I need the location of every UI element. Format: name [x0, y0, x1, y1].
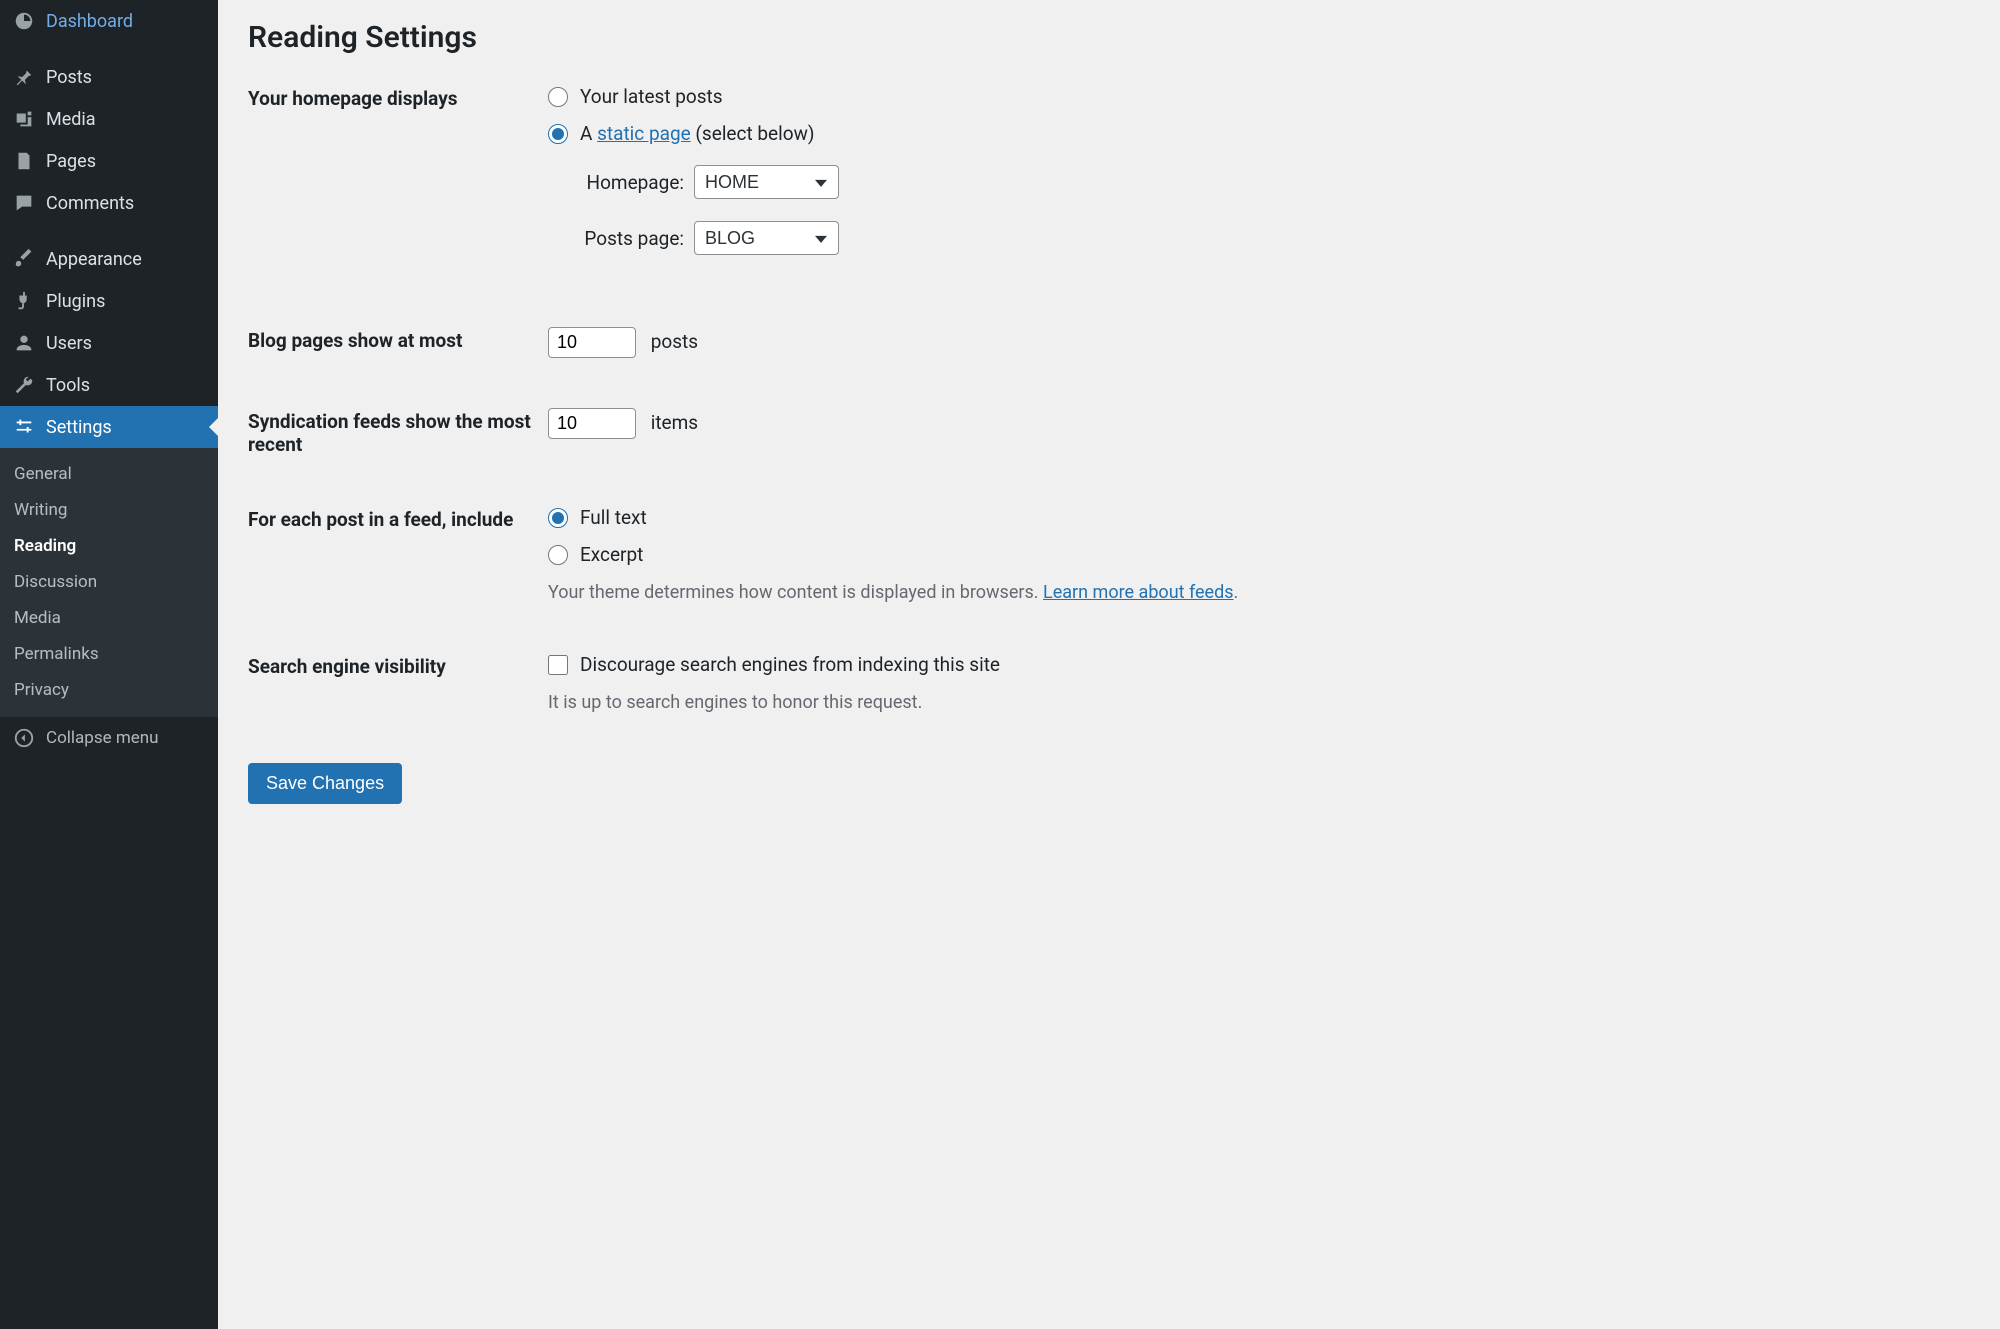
user-icon	[12, 332, 36, 354]
sidebar-item-label: Users	[46, 333, 92, 354]
submenu-item-privacy[interactable]: Privacy	[0, 672, 218, 708]
media-icon	[12, 108, 36, 130]
sidebar-item-settings[interactable]: Settings	[0, 406, 218, 448]
postspage-select-label: Posts page:	[572, 227, 694, 250]
sliders-icon	[12, 416, 36, 438]
submenu-item-reading[interactable]: Reading	[0, 528, 218, 564]
label-syndication: Syndication feeds show the most recent	[248, 408, 548, 456]
sidebar-item-label: Pages	[46, 151, 96, 172]
syndication-input[interactable]	[548, 408, 636, 439]
sidebar-item-posts[interactable]: Posts	[0, 56, 218, 98]
dashboard-icon	[12, 10, 36, 32]
sidebar-item-dashboard[interactable]: Dashboard	[0, 0, 218, 42]
sidebar-item-plugins[interactable]: Plugins	[0, 280, 218, 322]
collapse-icon	[12, 727, 36, 749]
submenu-item-media[interactable]: Media	[0, 600, 218, 636]
pin-icon	[12, 66, 36, 88]
comment-icon	[12, 192, 36, 214]
page-title: Reading Settings	[248, 20, 1970, 55]
radio-latest-posts-input[interactable]	[548, 87, 568, 107]
sidebar-item-media[interactable]: Media	[0, 98, 218, 140]
sidebar-item-tools[interactable]: Tools	[0, 364, 218, 406]
blog-pages-input[interactable]	[548, 327, 636, 358]
static-page-link[interactable]: static page	[597, 122, 691, 145]
sidebar-item-pages[interactable]: Pages	[0, 140, 218, 182]
syndication-unit: items	[651, 411, 698, 434]
sidebar-item-label: Appearance	[46, 249, 142, 270]
sidebar-item-label: Tools	[46, 375, 90, 396]
radio-full-text-label: Full text	[580, 506, 647, 529]
homepage-select-label: Homepage:	[572, 171, 694, 194]
radio-latest-posts-label: Your latest posts	[580, 85, 723, 108]
blog-pages-unit: posts	[651, 330, 698, 353]
sidebar-item-label: Settings	[46, 417, 112, 438]
feed-help-text: Your theme determines how content is dis…	[548, 582, 1970, 603]
learn-more-feeds-link[interactable]: Learn more about feeds	[1043, 582, 1234, 603]
radio-full-text-input[interactable]	[548, 508, 568, 528]
label-feed-include: For each post in a feed, include	[248, 506, 548, 531]
main-content: Reading Settings Your homepage displays …	[218, 0, 2000, 1329]
checkbox-discourage-input[interactable]	[548, 655, 568, 675]
label-blog-pages: Blog pages show at most	[248, 327, 548, 352]
brush-icon	[12, 248, 36, 270]
submenu-item-permalinks[interactable]: Permalinks	[0, 636, 218, 672]
radio-excerpt[interactable]: Excerpt	[548, 543, 1970, 566]
row-homepage-displays: Your homepage displays Your latest posts…	[248, 85, 1970, 277]
wrench-icon	[12, 374, 36, 396]
plug-icon	[12, 290, 36, 312]
radio-static-page[interactable]: A static page (select below)	[548, 122, 1970, 145]
settings-submenu: General Writing Reading Discussion Media…	[0, 448, 218, 716]
save-button[interactable]: Save Changes	[248, 763, 402, 804]
radio-static-page-label: A static page (select below)	[580, 122, 814, 145]
radio-full-text[interactable]: Full text	[548, 506, 1970, 529]
radio-excerpt-input[interactable]	[548, 545, 568, 565]
collapse-label: Collapse menu	[46, 728, 159, 748]
label-search-visibility: Search engine visibility	[248, 653, 548, 678]
radio-static-page-input[interactable]	[548, 124, 568, 144]
radio-latest-posts[interactable]: Your latest posts	[548, 85, 1970, 108]
search-visibility-help: It is up to search engines to honor this…	[548, 692, 1970, 713]
sidebar-item-label: Dashboard	[46, 11, 133, 32]
sidebar-item-label: Posts	[46, 67, 92, 88]
row-blog-pages: Blog pages show at most posts	[248, 327, 1970, 358]
sidebar-item-label: Media	[46, 109, 96, 130]
checkbox-discourage-label: Discourage search engines from indexing …	[580, 653, 1000, 676]
row-feed-include: For each post in a feed, include Full te…	[248, 506, 1970, 603]
submenu-item-discussion[interactable]: Discussion	[0, 564, 218, 600]
label-homepage-displays: Your homepage displays	[248, 85, 548, 110]
sidebar-item-users[interactable]: Users	[0, 322, 218, 364]
sidebar-item-label: Comments	[46, 193, 134, 214]
submenu-item-writing[interactable]: Writing	[0, 492, 218, 528]
sidebar-item-comments[interactable]: Comments	[0, 182, 218, 224]
homepage-select[interactable]: HOME	[694, 165, 839, 199]
row-search-visibility: Search engine visibility Discourage sear…	[248, 653, 1970, 713]
sidebar-item-label: Plugins	[46, 291, 105, 312]
radio-excerpt-label: Excerpt	[580, 543, 643, 566]
row-syndication: Syndication feeds show the most recent i…	[248, 408, 1970, 456]
admin-sidebar: Dashboard Posts Media Pages Comments App…	[0, 0, 218, 1329]
pages-icon	[12, 150, 36, 172]
sidebar-item-appearance[interactable]: Appearance	[0, 238, 218, 280]
collapse-menu-button[interactable]: Collapse menu	[0, 716, 218, 759]
postspage-select[interactable]: BLOG	[694, 221, 839, 255]
checkbox-discourage[interactable]: Discourage search engines from indexing …	[548, 653, 1970, 676]
submenu-item-general[interactable]: General	[0, 456, 218, 492]
